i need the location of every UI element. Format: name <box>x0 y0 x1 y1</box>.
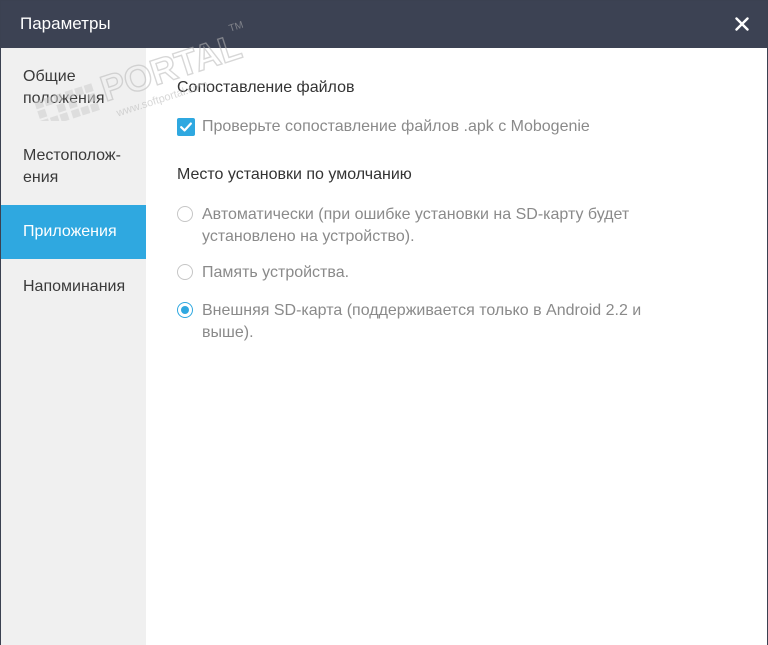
install-auto-radio[interactable] <box>177 206 193 222</box>
apk-association-checkbox-row[interactable]: Проверьте сопоставление файлов .apk с Mo… <box>177 116 717 138</box>
install-device-label: Память устройства. <box>202 264 350 281</box>
apk-association-checkbox[interactable] <box>177 118 195 136</box>
sidebar-item-label: ения <box>23 169 59 186</box>
settings-window: Параметры Общие положения Местополож- ен… <box>0 0 768 645</box>
sidebar-item-label: положения <box>23 90 105 107</box>
sidebar: Общие положения Местополож- ения Приложе… <box>1 48 146 645</box>
sidebar-item-location[interactable]: Местополож- ения <box>1 145 146 195</box>
close-icon <box>735 17 749 31</box>
sidebar-item-label: Приложения <box>23 223 117 240</box>
apk-association-label: Проверьте сопоставление файлов .apk с Mo… <box>202 118 590 135</box>
close-button[interactable] <box>727 9 757 39</box>
sidebar-item-label: Общие <box>23 68 76 85</box>
title-bar: Параметры <box>1 1 767 48</box>
install-location-heading: Место установки по умолчанию <box>177 166 412 183</box>
settings-content: Сопоставление файлов Проверьте сопоставл… <box>146 48 767 645</box>
install-auto-label: Автоматически (при ошибке установки на S… <box>202 206 630 223</box>
install-device-option[interactable]: Память устройства. <box>177 262 717 284</box>
sidebar-item-reminders[interactable]: Напоминания <box>1 276 146 298</box>
install-device-radio[interactable] <box>177 264 193 280</box>
sidebar-item-label: Напоминания <box>23 278 126 295</box>
sidebar-item-general[interactable]: Общие положения <box>1 66 146 116</box>
install-sdcard-radio[interactable] <box>177 302 193 318</box>
sidebar-item-apps[interactable]: Приложения <box>1 205 146 259</box>
install-sdcard-label: Внешняя SD-карта (поддерживается только … <box>202 302 642 319</box>
install-sdcard-label-cont: выше). <box>202 324 254 341</box>
sidebar-item-label: Местополож- <box>23 147 121 164</box>
install-auto-label-cont: установлено на устройство). <box>202 228 415 245</box>
install-auto-option[interactable]: Автоматически (при ошибке установки на S… <box>177 204 717 248</box>
file-association-heading: Сопоставление файлов <box>177 79 355 96</box>
install-sdcard-option[interactable]: Внешняя SD-карта (поддерживается только … <box>177 300 717 344</box>
check-icon <box>180 122 192 132</box>
window-title: Параметры <box>20 14 111 33</box>
